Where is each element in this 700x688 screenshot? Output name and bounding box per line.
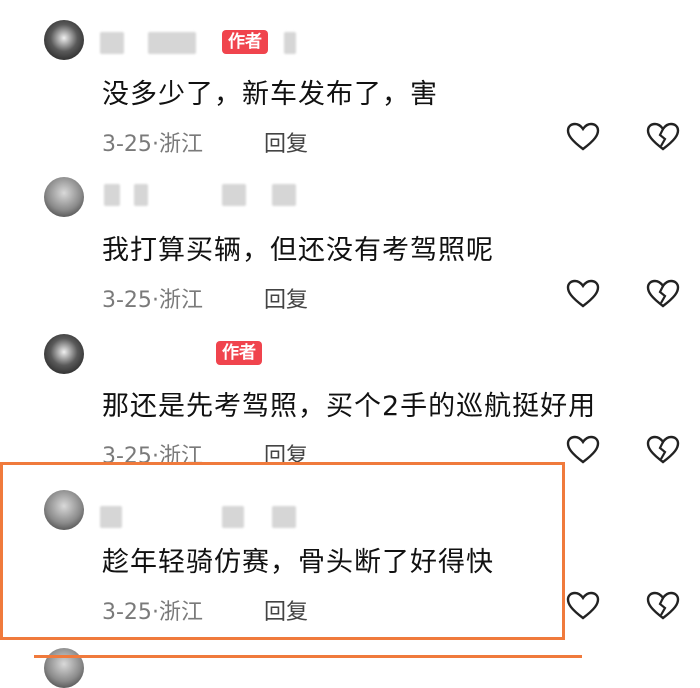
username-redacted <box>222 506 244 528</box>
username-redacted <box>272 184 296 206</box>
avatar[interactable] <box>44 648 84 688</box>
avatar[interactable] <box>44 334 84 374</box>
username-redacted <box>104 184 120 206</box>
highlight-box-next <box>34 655 582 667</box>
broken-heart-icon[interactable] <box>646 591 680 621</box>
comment-location: 浙江 <box>158 132 203 157</box>
meta-separator: · <box>151 600 159 625</box>
comment-location: 浙江 <box>158 288 203 313</box>
avatar[interactable] <box>44 490 84 530</box>
comment-date: 3-25 <box>102 600 152 625</box>
heart-outline-icon[interactable] <box>566 122 600 152</box>
username-redacted <box>134 184 148 206</box>
reply-button[interactable]: 回复 <box>264 282 308 314</box>
broken-heart-icon[interactable] <box>646 122 680 152</box>
reply-button[interactable]: 回复 <box>264 594 308 626</box>
comment-text: 那还是先考驾照，买个2手的巡航挺好用 <box>102 391 597 422</box>
comment-meta: 3-25·浙江 <box>102 594 203 626</box>
avatar[interactable] <box>44 177 84 217</box>
meta-separator: · <box>151 132 159 157</box>
comment-location: 浙江 <box>158 600 203 625</box>
broken-heart-icon[interactable] <box>646 279 680 309</box>
username-redacted <box>100 506 122 528</box>
comment-text: 趁年轻骑仿赛，骨头断了好得快 <box>102 547 494 578</box>
username-redacted <box>148 32 196 54</box>
reply-button[interactable]: 回复 <box>264 126 308 158</box>
username-redacted <box>284 32 296 54</box>
avatar[interactable] <box>44 20 84 60</box>
heart-outline-icon[interactable] <box>566 435 600 465</box>
comment-text: 我打算买辆，但还没有考驾照呢 <box>102 235 494 266</box>
author-badge: 作者 <box>216 341 262 365</box>
username-redacted <box>100 32 124 54</box>
broken-heart-icon[interactable] <box>646 435 680 465</box>
heart-outline-icon[interactable] <box>566 279 600 309</box>
username-redacted <box>222 184 246 206</box>
heart-outline-icon[interactable] <box>566 591 600 621</box>
comment-date: 3-25 <box>102 132 152 157</box>
comment-meta: 3-25·浙江 <box>102 282 203 314</box>
comment-text: 没多少了，新车发布了，害 <box>102 79 438 110</box>
username-redacted <box>272 506 296 528</box>
meta-separator: · <box>151 288 159 313</box>
comment-date: 3-25 <box>102 288 152 313</box>
comment-meta: 3-25·浙江 <box>102 126 203 158</box>
author-badge: 作者 <box>222 30 268 54</box>
